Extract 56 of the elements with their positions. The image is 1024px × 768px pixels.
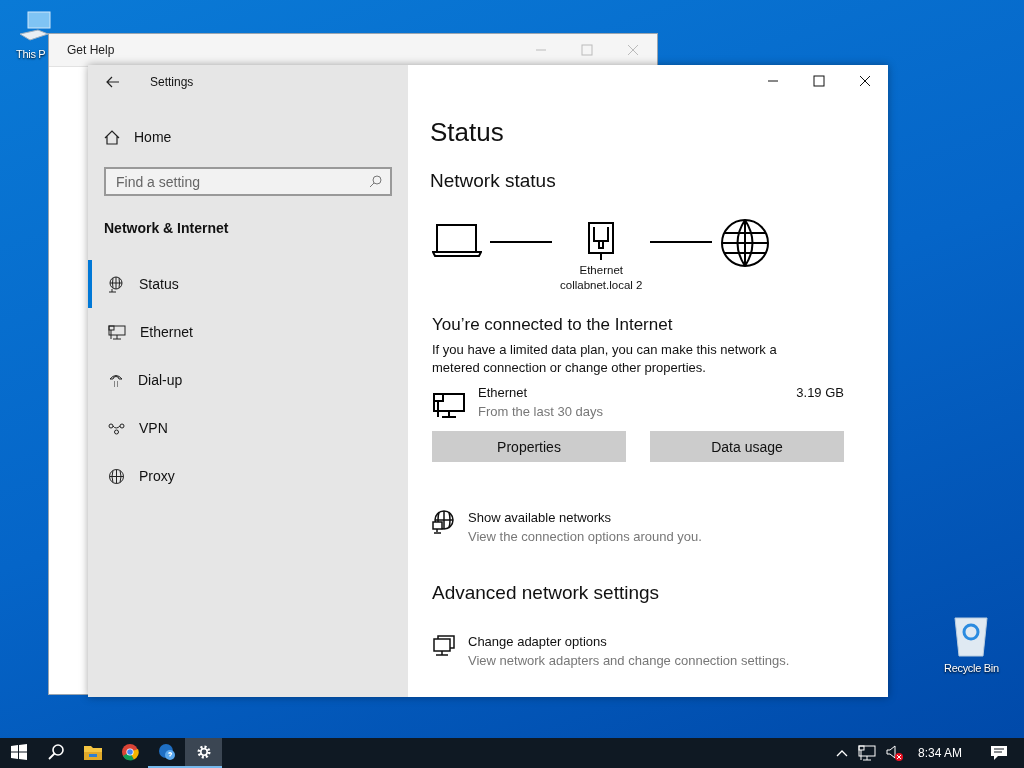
status-heading: You’re connected to the Internet [431,315,674,335]
window-title: Get Help [67,43,115,57]
desktop-icon-label[interactable]: This P [16,48,46,60]
status-description: If you have a limited data plan, you can make this network a metered connection or change other properties. [431,341,778,377]
section-heading: Advanced network settings [431,582,661,604]
help-icon [157,743,176,761]
phone-icon [108,372,124,388]
clock[interactable]: 8:34 AM [917,746,962,760]
vpn-icon [108,421,125,435]
adapter-label: Ethernet [579,263,623,278]
close-icon[interactable] [859,75,871,87]
browser-icon [120,743,139,761]
gear-icon [195,744,212,760]
taskbar-app[interactable] [185,738,222,768]
network-label: collabnet.local 2 [560,278,643,293]
adapter-name: Ethernet [478,385,529,400]
page-title: Status [430,117,505,148]
monitors-icon [432,634,456,658]
usage-period: From the last 30 days [478,404,604,419]
nav-item[interactable]: Ethernet [88,308,408,356]
windows-icon [10,744,27,760]
link-title[interactable]: Show available networks [468,510,844,525]
search-icon [47,744,64,760]
home-icon [104,129,120,145]
back-icon[interactable] [106,76,120,88]
action-button[interactable]: Properties [432,431,626,462]
muted-volume-icon[interactable] [885,745,904,761]
nav-item[interactable]: Dial-up [88,356,408,404]
nav-item[interactable]: Proxy [88,452,408,500]
link-description: View network adapters and change connection settings. [468,653,791,668]
globe-icon [720,218,771,268]
ethernet-port-icon [587,221,616,261]
action-button[interactable]: Data usage [650,431,844,462]
folder-icon [83,744,102,760]
link-description: View the connection options around you. [468,529,703,544]
globe-monitor-icon [108,275,125,293]
search-field[interactable]: Find a setting [104,167,392,196]
caret-icon[interactable] [835,749,848,757]
ethernet-icon [432,391,466,419]
globe-icon [108,467,125,485]
laptop-icon [432,222,482,258]
maximize-icon[interactable] [813,75,825,87]
window-title: Settings [150,75,194,89]
nav-item[interactable]: VPN [88,404,408,452]
data-amount: 3.19 GB [796,385,844,400]
computer-icon[interactable] [18,10,52,44]
link-title[interactable]: Change adapter options [468,634,844,649]
network-icon[interactable] [857,745,876,761]
ethernet-icon [108,324,126,340]
section-heading: Network status [430,170,557,192]
globe-monitor-icon [432,510,456,534]
search-icon [369,175,382,188]
section-heading: Network & Internet [104,220,230,236]
desktop-icon-label[interactable]: Recycle Bin [944,662,999,674]
notification-icon[interactable] [990,745,1008,761]
home-link[interactable]: Home [104,129,392,145]
